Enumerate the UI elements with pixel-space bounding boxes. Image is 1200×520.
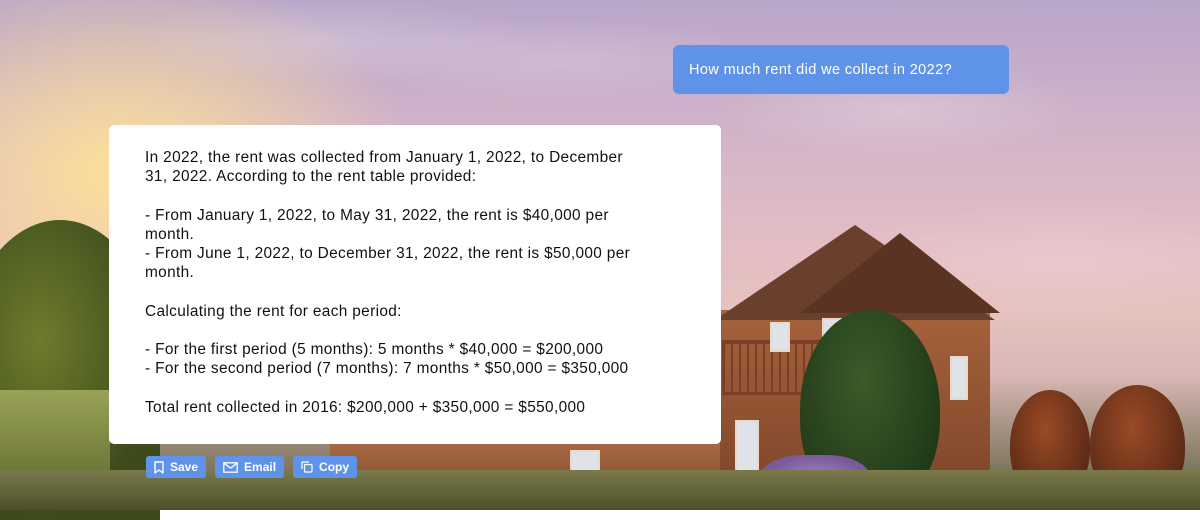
copy-button[interactable]: Copy bbox=[293, 456, 358, 478]
house-roof-gable bbox=[800, 233, 1000, 313]
save-label: Save bbox=[170, 460, 199, 474]
user-message-text: How much rent did we collect in 2022? bbox=[689, 61, 953, 78]
email-button[interactable]: Email bbox=[215, 456, 285, 478]
assistant-answer-text: In 2022, the rent was collected from Jan… bbox=[145, 149, 631, 416]
bookmark-icon bbox=[154, 460, 164, 474]
house-window bbox=[950, 356, 968, 400]
user-message-bubble: How much rent did we collect in 2022? bbox=[673, 45, 1009, 94]
answer-actions: Save Email Copy bbox=[146, 456, 358, 478]
envelope-icon bbox=[223, 461, 238, 473]
assistant-answer-card: In 2022, the rent was collected from Jan… bbox=[109, 125, 721, 444]
email-label: Email bbox=[244, 460, 277, 474]
save-button[interactable]: Save bbox=[146, 456, 207, 478]
copy-icon bbox=[301, 461, 313, 473]
lawn bbox=[0, 390, 110, 470]
copy-label: Copy bbox=[319, 460, 350, 474]
house-window bbox=[770, 322, 790, 352]
